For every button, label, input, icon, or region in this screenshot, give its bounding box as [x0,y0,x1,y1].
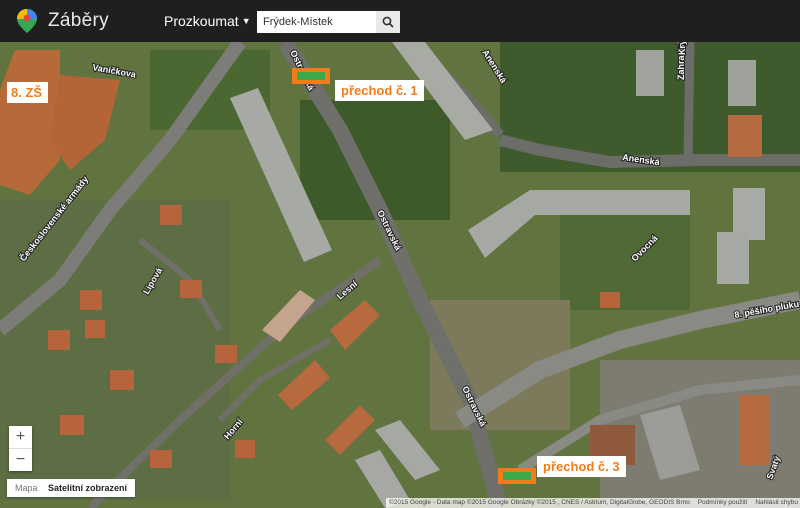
terms-link[interactable]: Podmínky použití [698,499,748,506]
copyright-text: ©2015 Google - Data map ©2015 Google Obr… [389,499,690,506]
crossing-1-marker[interactable] [292,68,330,84]
zoom-out-button[interactable]: − [9,449,32,471]
zoom-control: + − [9,426,32,471]
maps-pin-icon[interactable] [16,8,38,34]
search-icon [382,16,394,28]
school-label: 8. ZŠ [7,82,49,103]
caret-down-icon: ▼ [241,16,251,26]
search-input[interactable] [257,11,387,33]
app-title[interactable]: Záběry [48,10,109,32]
map-type-satellite-option[interactable]: Satelitní zobrazení [44,483,131,493]
crossing-1-label: přechod č. 1 [335,80,424,101]
map-type-switcher: Mapa Satelitní zobrazení [7,479,136,497]
top-bar: Záběry Prozkoumat ▼ [0,0,800,42]
explore-menu-label: Prozkoumat [164,13,239,29]
crossing-3-marker[interactable] [498,468,536,484]
map-attribution: ©2015 Google - Data map ©2015 Google Obr… [386,498,800,508]
satellite-map[interactable]: Ostravská Ostravská Ostravská Anenská An… [0,42,800,508]
report-error-link[interactable]: Nahlásit chybu [755,499,798,506]
search-button[interactable] [376,11,400,33]
crossing-3-label: přechod č. 3 [537,456,626,477]
explore-menu[interactable]: Prozkoumat ▼ [164,13,251,29]
satellite-imagery: Ostravská Ostravská Ostravská Anenská An… [0,42,800,508]
zoom-in-button[interactable]: + [9,426,32,448]
street-label-kryta: Krytá [677,42,687,55]
map-type-map-option[interactable]: Mapa [11,483,42,493]
